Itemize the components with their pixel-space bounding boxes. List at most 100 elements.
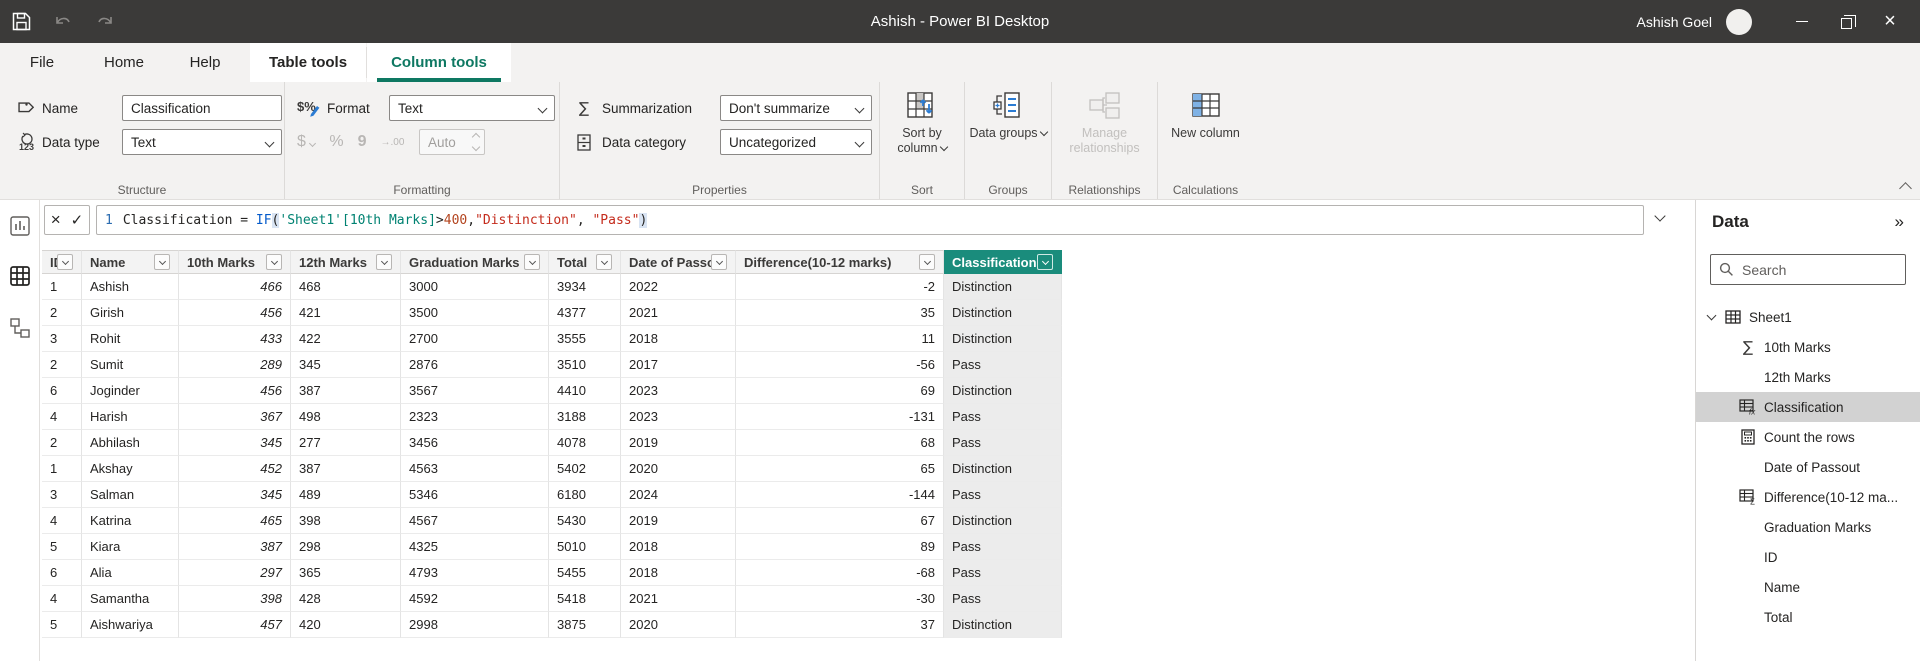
table-cell[interactable]: 2021 [621, 300, 736, 326]
table-cell[interactable]: 3875 [549, 612, 621, 638]
column-filter-dropdown-icon[interactable] [266, 254, 282, 270]
table-cell[interactable]: 468 [291, 274, 401, 300]
table-cell[interactable]: 6180 [549, 482, 621, 508]
table-cell[interactable]: 420 [291, 612, 401, 638]
table-cell[interactable]: 2019 [621, 430, 736, 456]
fields-search-input[interactable]: Search [1710, 254, 1906, 285]
table-cell[interactable]: Aishwariya [82, 612, 179, 638]
column-header-difference-10-12-marks-[interactable]: Difference(10-12 marks) [736, 250, 944, 274]
table-cell[interactable]: 387 [291, 378, 401, 404]
table-cell[interactable]: Akshay [82, 456, 179, 482]
table-cell[interactable]: 456 [179, 378, 291, 404]
table-cell[interactable]: -30 [736, 586, 944, 612]
table-cell[interactable]: 2019 [621, 508, 736, 534]
table-cell[interactable]: 2021 [621, 586, 736, 612]
formula-input[interactable]: 1 Classification = IF('Sheet1'[10th Mark… [96, 205, 1644, 235]
table-cell[interactable]: 2023 [621, 404, 736, 430]
data-category-select[interactable]: Uncategorized [720, 129, 872, 155]
data-groups-button[interactable]: Data groups [965, 90, 1051, 141]
table-cell[interactable]: Alia [82, 560, 179, 586]
table-cell[interactable]: 5430 [549, 508, 621, 534]
table-cell[interactable]: Samantha [82, 586, 179, 612]
table-cell[interactable]: Katrina [82, 508, 179, 534]
column-filter-dropdown-icon[interactable] [919, 254, 935, 270]
table-cell[interactable]: 2018 [621, 560, 736, 586]
table-cell[interactable]: 498 [291, 404, 401, 430]
data-type-select[interactable]: Text [122, 129, 282, 155]
expand-formula-bar-icon[interactable] [1656, 212, 1666, 222]
table-cell[interactable]: Pass [944, 560, 1062, 586]
cancel-formula-icon[interactable]: × [51, 210, 61, 230]
table-cell[interactable]: 35 [736, 300, 944, 326]
table-cell[interactable]: 4 [42, 586, 82, 612]
sort-by-column-button[interactable]: Sort by column [880, 90, 964, 156]
table-cell[interactable]: 69 [736, 378, 944, 404]
table-cell[interactable]: Abhilash [82, 430, 179, 456]
field-item-name[interactable]: Name [1696, 572, 1920, 602]
field-item-graduation-marks[interactable]: Graduation Marks [1696, 512, 1920, 542]
currency-icon[interactable]: $ [297, 133, 315, 151]
table-cell[interactable]: 37 [736, 612, 944, 638]
table-cell[interactable]: 298 [291, 534, 401, 560]
table-cell[interactable]: 398 [291, 508, 401, 534]
table-cell[interactable]: 3567 [401, 378, 549, 404]
table-cell[interactable]: Joginder [82, 378, 179, 404]
table-cell[interactable]: 5 [42, 612, 82, 638]
table-cell[interactable]: Kiara [82, 534, 179, 560]
report-view-icon[interactable] [8, 214, 32, 238]
restore-button[interactable] [1824, 0, 1868, 43]
chevron-down-icon[interactable] [1707, 311, 1717, 321]
table-cell[interactable]: 2020 [621, 456, 736, 482]
table-cell[interactable]: Rohit [82, 326, 179, 352]
table-cell[interactable]: 5455 [549, 560, 621, 586]
table-cell[interactable]: 289 [179, 352, 291, 378]
tab-column-tools[interactable]: Column tools [367, 43, 511, 82]
column-header-10th-marks[interactable]: 10th Marks [179, 250, 291, 274]
table-cell[interactable]: 297 [179, 560, 291, 586]
table-cell[interactable]: 3934 [549, 274, 621, 300]
table-cell[interactable]: 89 [736, 534, 944, 560]
column-filter-dropdown-icon[interactable] [596, 254, 612, 270]
field-item-total[interactable]: Total [1696, 602, 1920, 632]
commit-formula-icon[interactable]: ✓ [71, 211, 84, 229]
table-cell[interactable]: 466 [179, 274, 291, 300]
table-cell[interactable]: 452 [179, 456, 291, 482]
table-cell[interactable]: 3456 [401, 430, 549, 456]
table-cell[interactable]: 4 [42, 508, 82, 534]
summarization-select[interactable]: Don't summarize [720, 95, 872, 121]
table-cell[interactable]: 2 [42, 352, 82, 378]
table-cell[interactable]: 4563 [401, 456, 549, 482]
table-cell[interactable]: Distinction [944, 378, 1062, 404]
table-cell[interactable]: 67 [736, 508, 944, 534]
table-cell[interactable]: 2998 [401, 612, 549, 638]
table-cell[interactable]: 2700 [401, 326, 549, 352]
table-cell[interactable]: 2018 [621, 534, 736, 560]
table-cell[interactable]: 345 [291, 352, 401, 378]
table-cell[interactable]: 5 [42, 534, 82, 560]
tab-home[interactable]: Home [92, 43, 156, 82]
table-cell[interactable]: 11 [736, 326, 944, 352]
manage-relationships-button[interactable]: Manage relationships [1052, 90, 1157, 156]
table-cell[interactable]: Pass [944, 534, 1062, 560]
table-cell[interactable]: 428 [291, 586, 401, 612]
table-cell[interactable]: Distinction [944, 274, 1062, 300]
field-item-difference-10-12-ma-[interactable]: ΣDifference(10-12 ma... [1696, 482, 1920, 512]
column-filter-dropdown-icon[interactable] [1037, 254, 1053, 270]
table-cell[interactable]: 5346 [401, 482, 549, 508]
table-cell[interactable]: 6 [42, 560, 82, 586]
avatar[interactable] [1726, 9, 1752, 35]
table-cell[interactable]: 2017 [621, 352, 736, 378]
column-header-graduation-marks[interactable]: Graduation Marks [401, 250, 549, 274]
column-name-input[interactable]: Classification [122, 95, 282, 121]
tab-table-tools[interactable]: Table tools [250, 43, 366, 82]
table-cell[interactable]: Pass [944, 430, 1062, 456]
table-cell[interactable]: Ashish [82, 274, 179, 300]
table-cell[interactable]: 4325 [401, 534, 549, 560]
table-cell[interactable]: 4592 [401, 586, 549, 612]
close-button[interactable]: × [1868, 0, 1912, 43]
table-cell[interactable]: 1 [42, 456, 82, 482]
column-header-classification[interactable]: Classification [944, 250, 1062, 274]
field-item-count-the-rows[interactable]: Count the rows [1696, 422, 1920, 452]
table-cell[interactable]: 387 [179, 534, 291, 560]
table-cell[interactable]: -56 [736, 352, 944, 378]
